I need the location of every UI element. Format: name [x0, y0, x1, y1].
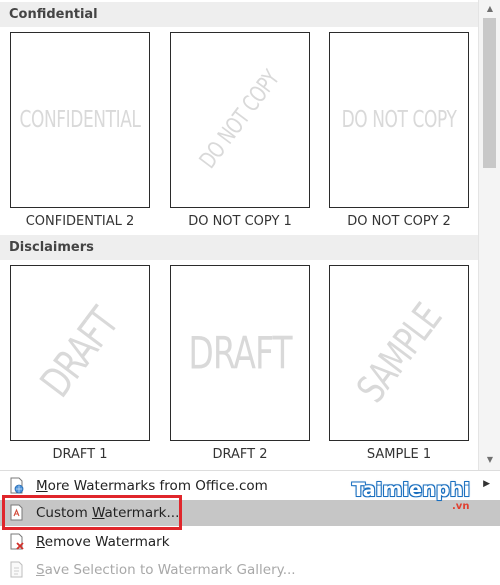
watermark-preview-text: DRAFT [31, 299, 129, 407]
section-title: Confidential [9, 7, 98, 22]
save-to-gallery-label: Save Selection to Watermark Gallery... [36, 562, 296, 578]
watermark-tile-draft-1[interactable]: DRAFT DRAFT 1 [10, 265, 150, 465]
highlight-annotation-box [2, 495, 182, 530]
watermark-tile-confidential-2[interactable]: CONFIDENTIAL CONFIDENTIAL 2 [10, 32, 150, 232]
document-globe-icon [10, 477, 24, 494]
save-to-gallery-menu-item[interactable]: Save Selection to Watermark Gallery... [0, 557, 500, 583]
watermark-preview: DRAFT [10, 265, 150, 441]
scroll-down-arrow-icon[interactable]: ▼ [479, 451, 500, 468]
menu-divider [0, 470, 500, 471]
gallery-scrollbar[interactable]: ▲ ▼ [478, 0, 500, 470]
scrollbar-thumb[interactable] [483, 18, 496, 168]
watermark-caption: SAMPLE 1 [366, 447, 432, 462]
watermark-caption: DO NOT COPY 1 [188, 214, 292, 229]
watermark-gallery: Confidential CONFIDENTIAL CONFIDENTIAL 2… [0, 0, 478, 470]
remove-watermark-label: Remove Watermark [36, 534, 170, 550]
watermark-caption: DO NOT COPY 2 [347, 214, 451, 229]
watermark-tile-sample-1[interactable]: SAMPLE SAMPLE 1 [329, 265, 469, 465]
document-remove-icon [10, 533, 24, 550]
watermark-preview-text: CONFIDENTIAL [19, 106, 141, 134]
watermark-preview: DO NOT COPY [329, 32, 469, 208]
watermark-preview-text: DO NOT COPY [194, 66, 286, 174]
watermark-caption: CONFIDENTIAL 2 [25, 214, 135, 229]
scroll-up-arrow-icon[interactable]: ▲ [479, 0, 500, 17]
watermark-preview: DRAFT [170, 265, 310, 441]
more-watermarks-label: More Watermarks from Office.com [36, 478, 268, 494]
watermark-tile-draft-2[interactable]: DRAFT DRAFT 2 [170, 265, 310, 465]
watermark-caption: DRAFT 1 [52, 447, 108, 462]
logo-brand-text: Taimienphi [352, 479, 471, 501]
watermark-caption: DRAFT 2 [212, 447, 268, 462]
watermark-preview-text: DRAFT [188, 326, 292, 380]
section-header-disclaimers: Disclaimers [0, 235, 478, 260]
watermark-preview: DO NOT COPY [170, 32, 310, 208]
document-save-icon [10, 561, 23, 578]
site-logo: Taimienphi .vn [352, 477, 492, 517]
watermark-tile-do-not-copy-2[interactable]: DO NOT COPY DO NOT COPY 2 [329, 32, 469, 232]
remove-watermark-menu-item[interactable]: Remove Watermark [0, 529, 500, 555]
section-header-confidential: Confidential [0, 2, 478, 27]
watermark-preview-text: SAMPLE [347, 295, 451, 411]
section-title: Disclaimers [9, 240, 94, 255]
watermark-preview-text: DO NOT COPY [341, 106, 457, 134]
logo-tld-text: .vn [452, 501, 470, 512]
watermark-preview: CONFIDENTIAL [10, 32, 150, 208]
watermark-tile-do-not-copy-1[interactable]: DO NOT COPY DO NOT COPY 1 [170, 32, 310, 232]
watermark-preview: SAMPLE [329, 265, 469, 441]
